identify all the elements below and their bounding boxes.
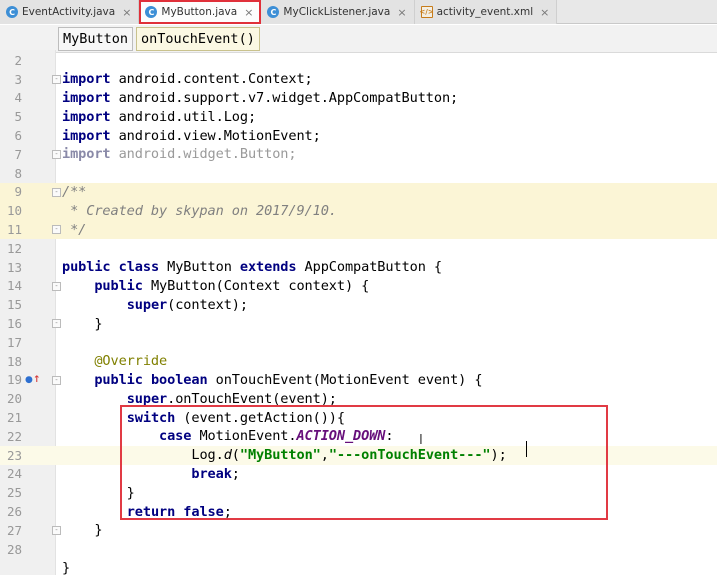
- code-line: 18 @Override: [0, 352, 717, 371]
- code-text-unused: import android.widget.Button;: [62, 146, 297, 163]
- code-line: 7 - import android.widget.Button;: [0, 145, 717, 164]
- line-number: 7: [14, 146, 22, 162]
- code-text: }: [62, 559, 71, 575]
- line-number: 4: [14, 90, 22, 106]
- code-line: 8: [0, 164, 717, 183]
- code-text: }: [62, 522, 103, 539]
- code-text: import android.support.v7.widget.AppComp…: [62, 89, 459, 106]
- code-line: 3 - import android.content.Context;: [0, 70, 717, 89]
- line-number: 3: [14, 71, 22, 87]
- breadcrumb-class[interactable]: MyButton: [58, 26, 134, 51]
- line-number: 13: [6, 259, 22, 275]
- line-number: 10: [6, 203, 22, 219]
- tab-label: MyClickListener.java: [283, 6, 391, 18]
- line-number: 27: [6, 522, 22, 538]
- close-icon[interactable]: ×: [540, 6, 549, 19]
- tab-label: MyButton.java: [161, 6, 238, 18]
- line-number: 12: [6, 240, 22, 256]
- line-number: 20: [6, 391, 22, 407]
- code-line: 28: [0, 540, 717, 559]
- line-number: 8: [14, 165, 22, 181]
- code-line: 11 - */: [0, 220, 717, 239]
- line-number: 28: [6, 541, 22, 557]
- code-text: @Override: [94, 353, 168, 370]
- line-number: 5: [14, 109, 22, 125]
- line-number: 14: [6, 278, 22, 294]
- tab-activity-event-xml[interactable]: </> activity_event.xml ×: [414, 0, 558, 24]
- code-line: 19 ●↑ - public boolean onTouchEvent(Moti…: [0, 371, 717, 390]
- code-line: 5 import android.util.Log;: [0, 107, 717, 126]
- line-number: 11: [6, 222, 22, 238]
- fold-marker-icon[interactable]: -: [52, 281, 61, 291]
- fold-end-icon[interactable]: -: [52, 319, 61, 329]
- tab-label: EventActivity.java: [22, 6, 116, 18]
- line-number: 24: [6, 466, 22, 482]
- xml-file-icon: </>: [419, 6, 434, 18]
- line-number: 2: [14, 52, 22, 68]
- fold-end-icon[interactable]: -: [52, 150, 61, 159]
- code-text: * Created by skypan on 2017/9/10.: [62, 202, 337, 219]
- annotation-highlight-box: [120, 405, 608, 520]
- code-line: 10 * Created by skypan on 2017/9/10.: [0, 201, 717, 221]
- tab-eventactivity[interactable]: C EventActivity.java ×: [0, 0, 140, 24]
- fold-end-icon[interactable]: -: [52, 225, 61, 235]
- line-number: 21: [6, 410, 22, 426]
- code-text: }: [62, 315, 103, 332]
- breadcrumb: MyButton onTouchEvent(): [0, 25, 717, 53]
- text-caret: [526, 441, 527, 457]
- close-icon[interactable]: ×: [122, 6, 131, 19]
- code-line: 9 - /**: [0, 182, 717, 202]
- line-number: 17: [6, 334, 22, 350]
- code-text: public MyButton(Context context) {: [94, 277, 370, 294]
- close-icon[interactable]: ×: [244, 6, 253, 19]
- code-text: import android.content.Context;: [62, 71, 313, 88]
- breadcrumb-method[interactable]: onTouchEvent(): [136, 26, 260, 51]
- line-number: 22: [6, 428, 22, 444]
- tab-label: activity_event.xml: [436, 6, 534, 18]
- code-text: import android.view.MotionEvent;: [62, 127, 321, 144]
- code-line: 15 super(context);: [0, 295, 717, 314]
- code-line: 4 import android.support.v7.widget.AppCo…: [0, 89, 717, 108]
- code-text: public boolean onTouchEvent(MotionEvent …: [94, 371, 483, 388]
- line-number: 23: [6, 447, 22, 463]
- line-number: 25: [6, 485, 22, 501]
- fold-end-icon[interactable]: -: [52, 526, 61, 535]
- line-number: 15: [6, 297, 22, 313]
- code-line: 13 public class MyButton extends AppComp…: [0, 258, 717, 277]
- line-number: 18: [6, 353, 22, 369]
- c-class-icon: C: [267, 6, 280, 18]
- line-number: 6: [14, 128, 22, 144]
- close-icon[interactable]: ×: [397, 6, 406, 19]
- line-number: 9: [14, 184, 22, 200]
- code-line: 27 - }: [0, 521, 717, 540]
- tab-myclicklistener[interactable]: C MyClickListener.java ×: [261, 0, 415, 24]
- tab-mybutton[interactable]: C MyButton.java ×: [139, 0, 262, 24]
- editor-tab-bar: C EventActivity.java × C MyButton.java ×…: [0, 0, 717, 24]
- line-number: 16: [6, 316, 22, 332]
- fold-marker-icon[interactable]: -: [52, 375, 61, 385]
- override-gutter-icon[interactable]: ●↑: [25, 375, 40, 385]
- code-line: 2: [0, 51, 717, 70]
- c-class-icon: C: [6, 6, 18, 18]
- code-text: import android.util.Log;: [62, 108, 257, 125]
- code-text: super(context);: [126, 296, 248, 313]
- c-class-icon: C: [145, 6, 158, 18]
- ibeam-cursor-icon: I: [419, 433, 423, 448]
- code-text: /**: [62, 183, 87, 200]
- fold-marker-icon[interactable]: -: [52, 74, 61, 84]
- line-number: 26: [6, 504, 22, 520]
- code-line: 12: [0, 239, 717, 258]
- code-line: }: [0, 559, 717, 575]
- line-number: 19: [6, 372, 22, 388]
- code-text: */: [62, 221, 87, 238]
- code-text: public class MyButton extends AppCompatB…: [62, 259, 442, 276]
- fold-marker-icon[interactable]: -: [52, 187, 61, 197]
- code-line: 17: [0, 333, 717, 352]
- code-line: 16 - }: [0, 314, 717, 333]
- code-line: 14 - public MyButton(Context context) {: [0, 277, 717, 296]
- code-line: 6 import android.view.MotionEvent;: [0, 126, 717, 145]
